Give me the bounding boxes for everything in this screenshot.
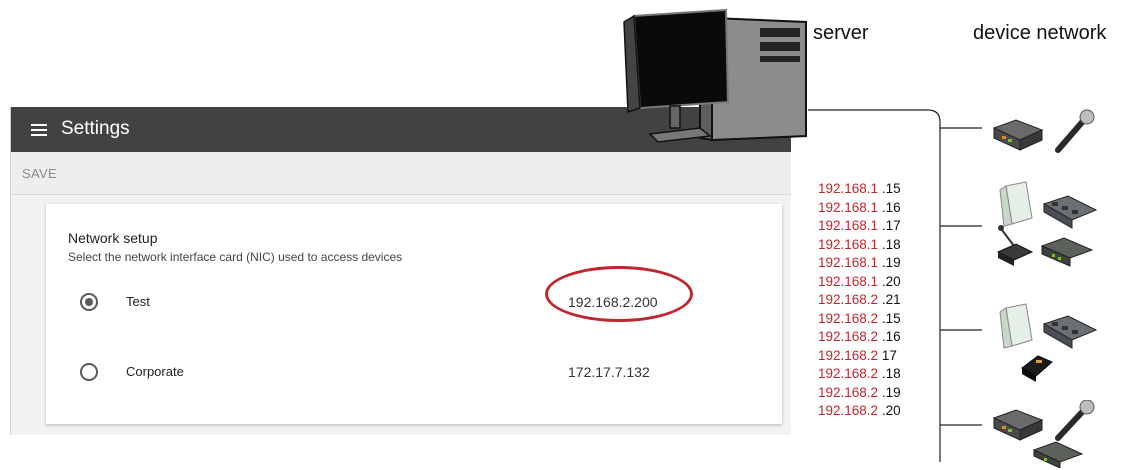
ip-row: 192.168.1 .19 [818,255,901,270]
ip-row: 192.168.2 .15 [818,310,901,326]
ip-row: 192.168.1 .15 [818,181,901,196]
ip-row: 192.168.1 .18 [818,236,901,252]
ip-row: 192.168.2 17 [818,347,897,363]
receiver-icon [992,409,1044,441]
device-group-4 [992,400,1095,468]
conference-mic-icon [996,225,1034,266]
ip-row: 192.168.2 .16 [818,329,901,344]
microphone-icon [1055,109,1095,153]
receiver-icon [992,119,1044,151]
access-point-icon [999,303,1033,349]
bodypack-icon [1021,355,1053,382]
ip-row: 192.168.2 .20 [818,403,901,418]
ip-row: 192.168.2 .19 [818,384,901,400]
ip-row: 192.168.1 .17 [818,218,901,233]
device-group-2 [996,181,1098,267]
ip-row: 192.168.2 .18 [818,366,901,381]
interface-box-icon [1032,441,1084,468]
ip-row: 192.168.1 .16 [818,199,901,215]
ip-row: 192.168.2 .21 [818,292,901,307]
ip-row: 192.168.1 .20 [818,273,901,289]
microphone-icon [1055,400,1095,441]
access-point-icon [999,181,1033,227]
ip-address-list: 192.168.1 .15 192.168.1 .16 192.168.1 .1… [818,180,901,421]
network-lines [808,109,982,462]
charger-icon [1042,315,1098,349]
charger-icon [1042,195,1098,229]
device-group-3 [999,303,1098,382]
interface-box-icon [1040,237,1094,267]
device-group-1 [992,109,1095,153]
